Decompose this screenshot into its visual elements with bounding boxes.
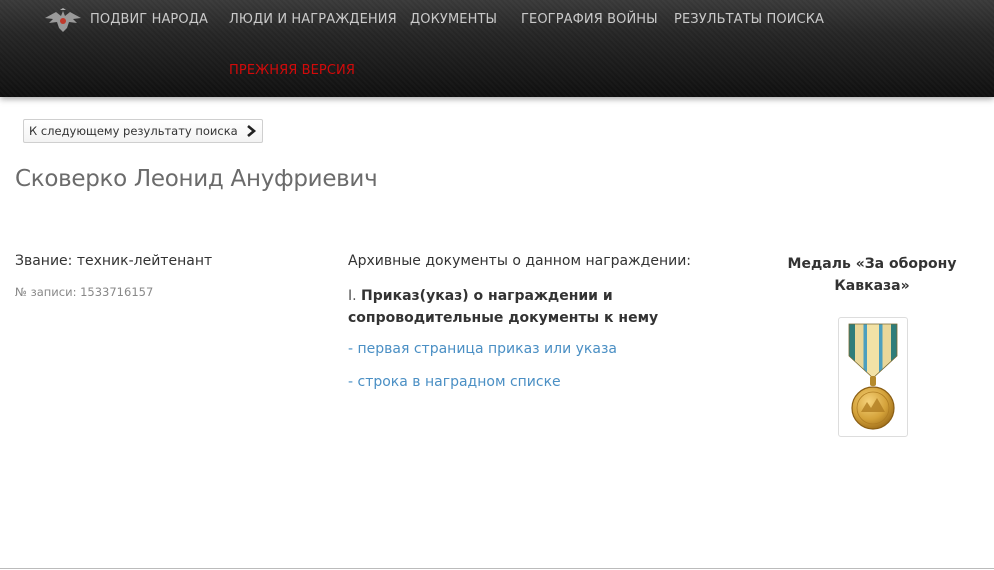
- next-result-label: К следующему результату поиска: [29, 124, 238, 138]
- bottom-divider: [0, 568, 994, 569]
- document-item-text: Приказ(указ) о награждении и сопроводите…: [348, 288, 659, 326]
- chevron-right-icon: [246, 125, 256, 137]
- nav-item-documents[interactable]: ДОКУМЕНТЫ: [410, 12, 497, 30]
- document-item-title: I. Приказ(указ) о награждении и сопровод…: [348, 285, 678, 329]
- nav-item-old-version[interactable]: ПРЕЖНЯЯ ВЕРСИЯ: [229, 63, 355, 81]
- document-item-number: I.: [348, 288, 357, 304]
- medal-image[interactable]: [838, 317, 908, 437]
- nav-item-people-awards[interactable]: ЛЮДИ И НАГРАЖДЕНИЯ: [229, 12, 397, 30]
- award-list-line-link[interactable]: - строка в наградном списке: [348, 374, 561, 390]
- page-title: Сковерко Леонид Ануфриевич: [15, 166, 378, 192]
- nav-item-podvig-naroda[interactable]: ПОДВИГ НАРОДА: [90, 12, 208, 30]
- rank-text: Звание: техник-лейтенант: [15, 253, 213, 269]
- medal-icon: [848, 323, 898, 430]
- nav-item-search-results[interactable]: РЕЗУЛЬТАТЫ ПОИСКА: [674, 12, 824, 30]
- top-navigation: ПОДВИГ НАРОДА ЛЮДИ И НАГРАЖДЕНИЯ ДОКУМЕН…: [0, 0, 994, 97]
- page: ПОДВИГ НАРОДА ЛЮДИ И НАГРАЖДЕНИЯ ДОКУМЕН…: [0, 0, 994, 570]
- record-number: № записи: 1533716157: [15, 285, 154, 299]
- archive-documents-heading: Архивные документы о данном награждении:: [348, 253, 692, 269]
- double-headed-eagle-icon[interactable]: [43, 8, 83, 34]
- next-result-button[interactable]: К следующему результату поиска: [23, 119, 263, 143]
- first-page-order-link[interactable]: - первая страница приказ или указа: [348, 341, 617, 357]
- award-name: Медаль «За оборону Кавказа»: [787, 256, 957, 294]
- nav-item-war-geography[interactable]: ГЕОГРАФИЯ ВОЙНЫ: [521, 12, 658, 30]
